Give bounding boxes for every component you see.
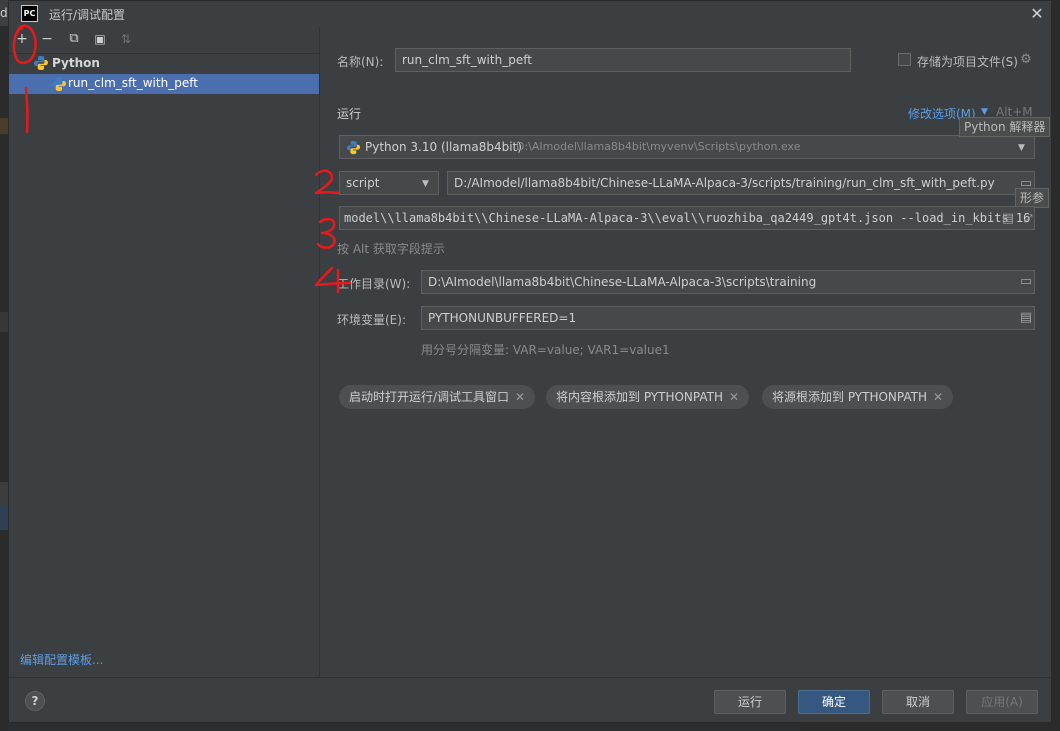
chip-label: 将源根添加到 PYTHONPATH — [772, 390, 927, 404]
interpreter-path: D:\AImodel\llama8b4bit\myvenv\Scripts\py… — [516, 140, 801, 153]
remove-config-button[interactable]: − — [38, 30, 56, 48]
help-button[interactable]: ? — [25, 691, 45, 711]
pycharm-logo-icon: PC — [21, 5, 38, 22]
run-debug-config-dialog: PC 运行/调试配置 ✕ + − ⧉ ▣ ⇅ Python run_clm_sf… — [8, 0, 1052, 723]
chip-label: 将内容根添加到 PYTHONPATH — [556, 390, 723, 404]
script-path-input[interactable]: D:/AImodel/llama8b4bit/Chinese-LLaMA-Alp… — [447, 171, 1035, 195]
interpreter-tooltip: Python 解释器 — [959, 117, 1051, 137]
interpreter-dropdown-arrow-icon: ▼ — [1018, 143, 1025, 153]
chip-add-content-roots[interactable]: 将内容根添加到 PYTHONPATH ✕ — [546, 385, 750, 409]
script-type-select[interactable]: script ▼ — [339, 171, 439, 195]
folder-icon[interactable]: ▣ — [91, 30, 109, 48]
edit-config-templates-link[interactable]: 编辑配置模板... — [20, 651, 103, 668]
expand-params-icon[interactable]: ▤ — [999, 210, 1017, 228]
close-icon[interactable]: ✕ — [1027, 4, 1047, 24]
interpreter-name: Python 3.10 (llama8b4bit) — [365, 140, 522, 154]
background-ide-left: d — [0, 0, 8, 731]
add-config-button[interactable]: + — [13, 30, 31, 48]
config-form-pane: 名称(N): run_clm_sft_with_peft 存储为项目文件(S) … — [321, 27, 1051, 677]
params-tooltip: 形参 — [1015, 188, 1050, 208]
store-as-project-file-label: 存储为项目文件(S) — [917, 55, 1018, 69]
modify-options-chevron-icon: ▼ — [981, 107, 988, 117]
tree-group-label: Python — [52, 56, 100, 70]
alt-field-hint: 按 Alt 获取字段提示 — [337, 242, 445, 256]
env-vars-edit-icon[interactable]: ▤ — [1017, 309, 1035, 327]
toolbar-divider — [9, 53, 320, 54]
dialog-titlebar: PC 运行/调试配置 ✕ — [9, 1, 1051, 27]
script-type-dropdown-arrow-icon: ▼ — [422, 179, 429, 189]
sort-icon[interactable]: ⇅ — [117, 30, 135, 48]
name-input[interactable]: run_clm_sft_with_peft — [395, 48, 851, 72]
chip-add-source-roots[interactable]: 将源根添加到 PYTHONPATH ✕ — [762, 385, 954, 409]
tree-item-label: run_clm_sft_with_peft — [68, 76, 198, 90]
background-ide-bottom — [800, 723, 1060, 731]
config-toolbar: + − ⧉ ▣ ⇅ — [9, 27, 320, 53]
background-letter: d — [0, 6, 8, 20]
python-interpreter-icon — [346, 140, 361, 155]
workdir-label: 工作目录(W): — [337, 277, 411, 291]
name-label: 名称(N): — [337, 55, 384, 69]
workdir-input[interactable]: D:\AImodel\llama8b4bit\Chinese-LLaMA-Alp… — [421, 270, 1035, 294]
copy-config-icon[interactable]: ⧉ — [65, 30, 83, 48]
python-run-config-icon — [52, 77, 66, 91]
env-vars-label: 环境变量(E): — [337, 313, 406, 327]
python-icon — [34, 56, 48, 70]
maximize-icon[interactable]: ⤢ — [1019, 210, 1037, 228]
env-vars-input[interactable]: PYTHONUNBUFFERED=1 — [421, 306, 1035, 330]
gear-icon[interactable]: ⚙ — [1017, 51, 1035, 69]
chip-close-icon[interactable]: ✕ — [933, 390, 943, 404]
dialog-title: 运行/调试配置 — [49, 8, 126, 22]
workdir-browse-folder-icon[interactable]: ▭ — [1017, 273, 1035, 291]
script-params-input[interactable]: model\\llama8b4bit\\Chinese-LLaMA-Alpaca… — [339, 206, 1035, 230]
run-section-title: 运行 — [337, 107, 362, 121]
tree-item-run-clm-sft-with-peft[interactable]: run_clm_sft_with_peft — [9, 74, 319, 94]
run-button[interactable]: 运行 — [714, 690, 786, 714]
env-vars-hint: 用分号分隔变量: VAR=value; VAR1=value1 — [421, 343, 670, 357]
chip-close-icon[interactable]: ✕ — [729, 390, 739, 404]
script-type-value: script — [346, 176, 380, 190]
cancel-button[interactable]: 取消 — [882, 690, 954, 714]
apply-button[interactable]: 应用(A) — [966, 690, 1038, 714]
config-tree-pane: + − ⧉ ▣ ⇅ Python run_clm_sft_with_peft 编… — [9, 27, 320, 677]
chip-close-icon[interactable]: ✕ — [515, 390, 525, 404]
background-ide-right — [1052, 0, 1060, 731]
ok-button[interactable]: 确定 — [798, 690, 870, 714]
dialog-bottom-bar: ? 运行 确定 取消 应用(A) — [9, 677, 1051, 722]
store-as-project-file-checkbox[interactable] — [898, 53, 911, 66]
interpreter-select[interactable]: Python 3.10 (llama8b4bit) D:\AImodel\lla… — [339, 135, 1035, 159]
chip-label: 启动时打开运行/调试工具窗口 — [349, 390, 510, 404]
chip-open-run-tool-window[interactable]: 启动时打开运行/调试工具窗口 ✕ — [339, 385, 536, 409]
